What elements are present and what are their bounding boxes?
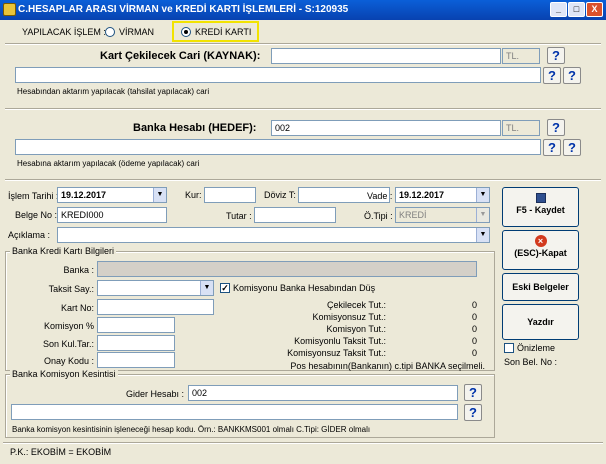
tutar-field[interactable] (254, 207, 336, 223)
doviz-label: Döviz T: (264, 190, 296, 200)
target-code-help-button[interactable]: ? (547, 119, 565, 136)
divider (5, 43, 601, 45)
target-currency-field: TL. (502, 120, 540, 136)
son-kul-field[interactable] (97, 335, 175, 351)
close-button-label: (ESC)-Kapat (514, 248, 567, 258)
chevron-down-icon[interactable]: ▼ (476, 228, 489, 242)
commission-description-field[interactable] (11, 404, 458, 420)
source-currency-field: TL. (502, 48, 540, 64)
commission-note: Banka komisyon kesintisinin işleneceği h… (12, 425, 371, 434)
aciklama-field[interactable]: ▼ (57, 227, 490, 243)
virman-radio[interactable] (105, 27, 115, 37)
islem-tarihi-field[interactable]: 19.12.2017 ▼ (57, 187, 167, 203)
pos-note: Pos hesabının(Bankanın) c.tipi BANKA seç… (290, 361, 485, 371)
save-button-label: F5 - Kaydet (516, 205, 565, 215)
print-button[interactable]: Yazdır (502, 304, 579, 340)
window-titlebar: C.HESAPLAR ARASI VİRMAN ve KREDİ KARTI İ… (0, 0, 606, 20)
target-note: Hesabına aktarım yapılacak (ödeme yapıla… (17, 159, 200, 168)
close-icon: × (534, 235, 547, 247)
commission-desc-help-button[interactable]: ? (464, 404, 482, 421)
save-button[interactable]: F5 - Kaydet (502, 187, 579, 227)
chevron-down-icon[interactable]: ▼ (200, 281, 213, 295)
close-window-button[interactable]: X (586, 2, 603, 17)
gider-hesabi-field[interactable]: 002 (188, 385, 458, 401)
vade-field[interactable]: 19.12.2017 ▼ (395, 187, 490, 203)
target-code-field[interactable]: 002 (271, 120, 501, 136)
kredi-karti-radio[interactable] (181, 27, 191, 37)
kart-no-label: Kart No: (60, 303, 94, 313)
virman-radio-label[interactable]: VİRMAN (119, 26, 154, 38)
chevron-down-icon[interactable]: ▼ (476, 188, 489, 202)
card-info-group-title: Banka Kredi Kartı Bilgileri (10, 246, 117, 256)
total-value: 0 (471, 336, 477, 346)
son-kul-label: Son Kul.Tar.: (42, 339, 94, 349)
total-value: 0 (471, 324, 477, 334)
commission-group-title: Banka Komisyon Kesintisi (10, 369, 118, 379)
islem-tarihi-label: İşlem Tarihi : (8, 191, 59, 201)
belge-no-label: Belge No : (15, 210, 58, 220)
vade-value: 19.12.2017 (399, 190, 445, 200)
onay-kodu-label: Onay Kodu : (43, 356, 94, 366)
target-desc-help-button-2[interactable]: ? (563, 139, 581, 156)
total-value: 0 (471, 312, 477, 322)
aciklama-label: Açıklama : (8, 230, 51, 240)
total-label: Komisyonsuz Taksit Tut.: (287, 348, 386, 358)
source-code-field[interactable] (271, 48, 501, 64)
last-doc-label: Son Bel. No : (504, 357, 558, 367)
total-value: 0 (471, 300, 477, 310)
tutar-label: Tutar : (226, 211, 252, 221)
total-value: 0 (471, 348, 477, 358)
banka-field (97, 261, 477, 277)
divider (3, 442, 603, 444)
floppy-disk-icon (535, 193, 546, 203)
source-desc-help-button-2[interactable]: ? (563, 67, 581, 84)
total-label: Çekilecek Tut.: (326, 300, 386, 310)
operation-label: YAPILACAK İŞLEM : (22, 27, 106, 37)
komisyon-checkbox-label[interactable]: Komisyonu Banka Hesabından Düş (233, 282, 375, 294)
gider-hesabi-label: Gider Hesabı : (125, 389, 184, 399)
chevron-down-icon: ▼ (476, 208, 489, 222)
divider (5, 179, 601, 181)
kur-label: Kur: (185, 190, 202, 200)
komisyon-checkbox[interactable]: ✓ (220, 283, 230, 293)
target-description-field[interactable] (15, 139, 541, 155)
close-button[interactable]: × (ESC)-Kapat (502, 230, 579, 270)
app-icon (3, 3, 16, 16)
komisyon-field[interactable] (97, 317, 175, 333)
otipi-value: KREDİ (399, 210, 427, 220)
source-desc-help-button[interactable]: ? (543, 67, 561, 84)
preview-checkbox-label[interactable]: Önizleme (517, 342, 555, 354)
islem-tarihi-value: 19.12.2017 (61, 190, 107, 200)
target-title: Banka Hesabı (HEDEF): (133, 122, 257, 134)
source-description-field[interactable] (15, 67, 541, 83)
minimize-button[interactable]: _ (550, 2, 567, 17)
total-label: Komisyonlu Taksit Tut.: (294, 336, 386, 346)
total-label: Komisyon Tut.: (326, 324, 386, 334)
divider (5, 108, 601, 110)
kart-no-field[interactable] (97, 299, 214, 315)
chevron-down-icon[interactable]: ▼ (153, 188, 166, 202)
banka-label: Banka : (63, 265, 94, 275)
status-text: P.K.: EKOBİM = EKOBİM (10, 447, 112, 457)
kredi-karti-radio-label[interactable]: KREDİ KARTI (195, 26, 251, 38)
kur-field[interactable] (204, 187, 256, 203)
komisyon-label: Komisyon % (43, 321, 94, 331)
total-label: Komisyonsuz Tut.: (312, 312, 386, 322)
maximize-button[interactable]: □ (568, 2, 585, 17)
taksit-field[interactable]: ▼ (97, 280, 214, 296)
source-note: Hesabından aktarım yapılacak (tahsilat y… (17, 87, 210, 96)
target-desc-help-button[interactable]: ? (543, 139, 561, 156)
vade-label: Vade : (367, 191, 393, 201)
gider-help-button[interactable]: ? (464, 384, 482, 401)
taksit-label: Taksit Say.: (48, 284, 94, 294)
otipi-label: Ö.Tipi : (364, 211, 393, 221)
source-title: Kart Çekilecek Cari (KAYNAK): (100, 50, 261, 62)
old-docs-button[interactable]: Eski Belgeler (502, 273, 579, 301)
preview-checkbox[interactable] (504, 343, 514, 353)
otipi-field: KREDİ ▼ (395, 207, 490, 223)
source-code-help-button[interactable]: ? (547, 47, 565, 64)
onay-kodu-field[interactable] (97, 352, 175, 368)
window-title: C.HESAPLAR ARASI VİRMAN ve KREDİ KARTI İ… (18, 4, 349, 15)
belge-no-field[interactable]: KREDI000 (57, 207, 167, 223)
